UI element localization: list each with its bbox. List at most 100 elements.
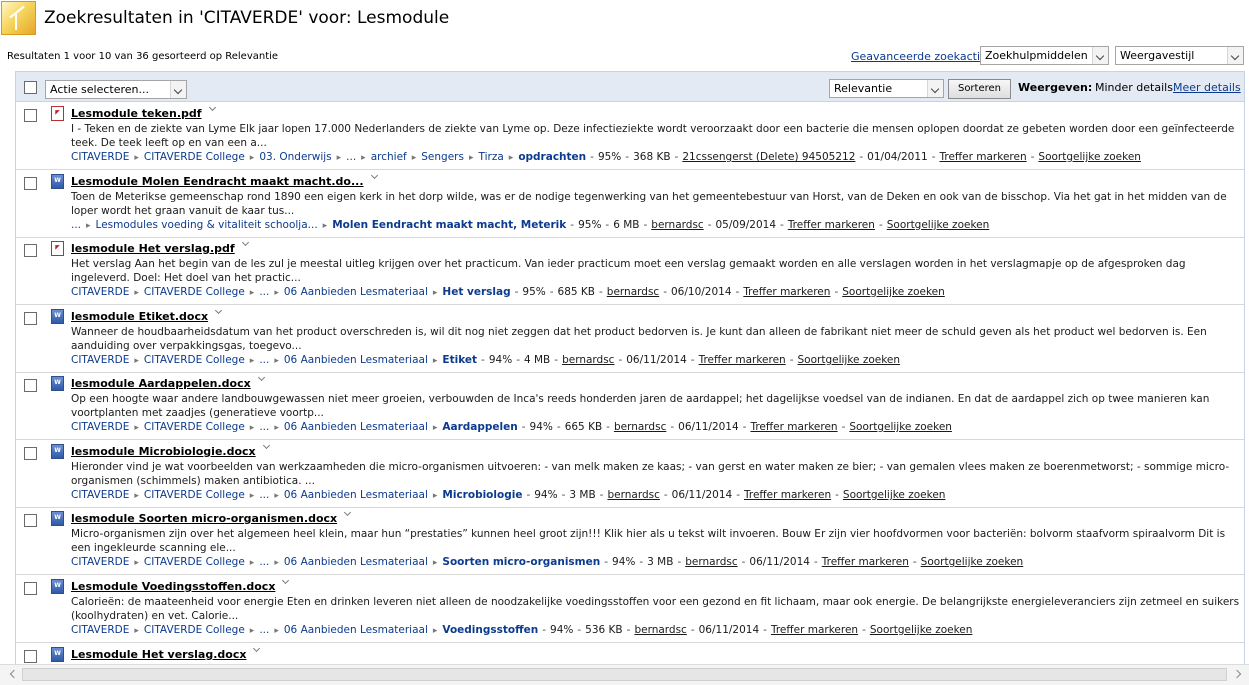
breadcrumb-item[interactable]: CITAVERDE College bbox=[144, 624, 245, 636]
breadcrumb-current[interactable]: Voedingsstoffen bbox=[442, 624, 538, 636]
author-link[interactable]: 21cssengerst (Delete) 94505212 bbox=[682, 151, 855, 163]
breadcrumb-item[interactable]: Sengers bbox=[421, 151, 464, 163]
breadcrumb-item[interactable]: ... bbox=[259, 286, 269, 298]
breadcrumb-item[interactable]: CITAVERDE College bbox=[144, 151, 245, 163]
mark-hits-link[interactable]: Treffer markeren bbox=[822, 556, 909, 568]
breadcrumb-item[interactable]: CITAVERDE College bbox=[144, 556, 245, 568]
mark-hits-link[interactable]: Treffer markeren bbox=[750, 421, 837, 433]
author-link[interactable]: bernardsc bbox=[607, 286, 659, 298]
result-checkbox[interactable] bbox=[24, 312, 37, 325]
breadcrumb-current[interactable]: Het verslag bbox=[442, 286, 510, 298]
breadcrumb-item[interactable]: CITAVERDE College bbox=[144, 489, 245, 501]
result-checkbox[interactable] bbox=[24, 650, 37, 663]
similar-search-link[interactable]: Soortgelijke zoeken bbox=[921, 556, 1024, 568]
view-style-select[interactable]: Weergavestijl bbox=[1115, 46, 1244, 65]
chevron-down-icon[interactable] bbox=[343, 510, 353, 520]
result-title-link[interactable]: lesmodule Het verslag.pdf bbox=[71, 242, 235, 255]
breadcrumb-item[interactable]: ... bbox=[346, 151, 356, 163]
result-title-link[interactable]: lesmodule Etiket.docx bbox=[71, 310, 208, 323]
breadcrumb-item[interactable]: CITAVERDE bbox=[71, 354, 129, 366]
result-title-link[interactable]: Lesmodule teken.pdf bbox=[71, 107, 202, 120]
breadcrumb-item[interactable]: CITAVERDE bbox=[71, 624, 129, 636]
result-checkbox[interactable] bbox=[24, 514, 37, 527]
result-title-link[interactable]: Lesmodule Het verslag.docx bbox=[71, 648, 246, 661]
result-checkbox[interactable] bbox=[24, 582, 37, 595]
chevron-down-icon[interactable] bbox=[208, 105, 218, 115]
breadcrumb-current[interactable]: Etiket bbox=[442, 354, 477, 366]
mark-hits-link[interactable]: Treffer markeren bbox=[788, 219, 875, 231]
scroll-right-icon[interactable] bbox=[1232, 669, 1242, 679]
breadcrumb-item[interactable]: Lesmodules voeding & vitaliteit schoolja… bbox=[96, 219, 318, 231]
more-details-link[interactable]: Meer details bbox=[1173, 81, 1241, 94]
author-link[interactable]: bernardsc bbox=[562, 354, 614, 366]
similar-search-link[interactable]: Soortgelijke zoeken bbox=[849, 421, 952, 433]
breadcrumb-item[interactable]: ... bbox=[259, 421, 269, 433]
chevron-down-icon[interactable] bbox=[257, 375, 267, 385]
scrollbar-thumb[interactable] bbox=[22, 668, 1227, 681]
chevron-down-icon[interactable] bbox=[252, 646, 262, 656]
author-link[interactable]: bernardsc bbox=[614, 421, 666, 433]
action-select[interactable]: Actie selecteren... bbox=[45, 80, 187, 99]
breadcrumb-item[interactable]: 06 Aanbieden Lesmateriaal bbox=[284, 286, 428, 298]
breadcrumb-item[interactable]: CITAVERDE bbox=[71, 489, 129, 501]
mark-hits-link[interactable]: Treffer markeren bbox=[743, 286, 830, 298]
breadcrumb-item[interactable]: archief bbox=[371, 151, 407, 163]
breadcrumb-item[interactable]: CITAVERDE bbox=[71, 556, 129, 568]
advanced-search-link[interactable]: Geavanceerde zoekactie bbox=[851, 50, 987, 63]
breadcrumb-item[interactable]: 06 Aanbieden Lesmateriaal bbox=[284, 489, 428, 501]
breadcrumb-item[interactable]: ... bbox=[71, 219, 81, 231]
breadcrumb-item[interactable]: CITAVERDE College bbox=[144, 421, 245, 433]
result-title-link[interactable]: lesmodule Soorten micro-organismen.docx bbox=[71, 512, 337, 525]
breadcrumb-current[interactable]: Aardappelen bbox=[442, 421, 517, 433]
result-checkbox[interactable] bbox=[24, 244, 37, 257]
result-title-link[interactable]: lesmodule Microbiologie.docx bbox=[71, 445, 256, 458]
breadcrumb-item[interactable]: CITAVERDE bbox=[71, 421, 129, 433]
breadcrumb-item[interactable]: CITAVERDE College bbox=[144, 354, 245, 366]
result-checkbox[interactable] bbox=[24, 447, 37, 460]
breadcrumb-item[interactable]: ... bbox=[259, 489, 269, 501]
sort-select[interactable]: Relevantie bbox=[829, 79, 944, 98]
mark-hits-link[interactable]: Treffer markeren bbox=[744, 489, 831, 501]
breadcrumb-item[interactable]: 06 Aanbieden Lesmateriaal bbox=[284, 421, 428, 433]
chevron-down-icon[interactable] bbox=[241, 240, 251, 250]
horizontal-scrollbar[interactable] bbox=[0, 664, 1249, 685]
breadcrumb-item[interactable]: CITAVERDE bbox=[71, 151, 129, 163]
mark-hits-link[interactable]: Treffer markeren bbox=[940, 151, 1027, 163]
author-link[interactable]: bernardsc bbox=[607, 489, 659, 501]
breadcrumb-current[interactable]: Soorten micro-organismen bbox=[442, 556, 600, 568]
breadcrumb-item[interactable]: Tirza bbox=[479, 151, 504, 163]
breadcrumb-current[interactable]: opdrachten bbox=[518, 151, 586, 163]
breadcrumb-current[interactable]: Molen Eendracht maakt macht, Meterik bbox=[332, 219, 566, 231]
breadcrumb-item[interactable]: ... bbox=[259, 556, 269, 568]
similar-search-link[interactable]: Soortgelijke zoeken bbox=[1038, 151, 1141, 163]
breadcrumb-item[interactable]: CITAVERDE College bbox=[144, 286, 245, 298]
chevron-down-icon[interactable] bbox=[214, 308, 224, 318]
chevron-down-icon[interactable] bbox=[281, 578, 291, 588]
similar-search-link[interactable]: Soortgelijke zoeken bbox=[843, 489, 946, 501]
author-link[interactable]: bernardsc bbox=[685, 556, 737, 568]
similar-search-link[interactable]: Soortgelijke zoeken bbox=[887, 219, 990, 231]
breadcrumb-item[interactable]: CITAVERDE bbox=[71, 286, 129, 298]
similar-search-link[interactable]: Soortgelijke zoeken bbox=[870, 624, 973, 636]
chevron-down-icon[interactable] bbox=[262, 443, 272, 453]
result-title-link[interactable]: Lesmodule Molen Eendracht maakt macht.do… bbox=[71, 175, 364, 188]
breadcrumb-item[interactable]: 06 Aanbieden Lesmateriaal bbox=[284, 624, 428, 636]
breadcrumb-item[interactable]: ... bbox=[259, 624, 269, 636]
chevron-down-icon[interactable] bbox=[370, 173, 380, 183]
mark-hits-link[interactable]: Treffer markeren bbox=[771, 624, 858, 636]
mark-hits-link[interactable]: Treffer markeren bbox=[699, 354, 786, 366]
author-link[interactable]: bernardsc bbox=[634, 624, 686, 636]
search-tools-select[interactable]: Zoekhulpmiddelen bbox=[980, 46, 1109, 65]
author-link[interactable]: bernardsc bbox=[651, 219, 703, 231]
breadcrumb-item[interactable]: ... bbox=[259, 354, 269, 366]
breadcrumb-current[interactable]: Microbiologie bbox=[442, 489, 522, 501]
breadcrumb-item[interactable]: 06 Aanbieden Lesmateriaal bbox=[284, 354, 428, 366]
result-title-link[interactable]: Lesmodule Voedingsstoffen.docx bbox=[71, 580, 275, 593]
sort-button[interactable]: Sorteren bbox=[948, 79, 1011, 99]
scroll-left-icon[interactable] bbox=[9, 669, 19, 679]
result-title-link[interactable]: lesmodule Aardappelen.docx bbox=[71, 377, 251, 390]
result-checkbox[interactable] bbox=[24, 109, 37, 122]
breadcrumb-item[interactable]: 03. Onderwijs bbox=[259, 151, 331, 163]
similar-search-link[interactable]: Soortgelijke zoeken bbox=[798, 354, 901, 366]
breadcrumb-item[interactable]: 06 Aanbieden Lesmateriaal bbox=[284, 556, 428, 568]
